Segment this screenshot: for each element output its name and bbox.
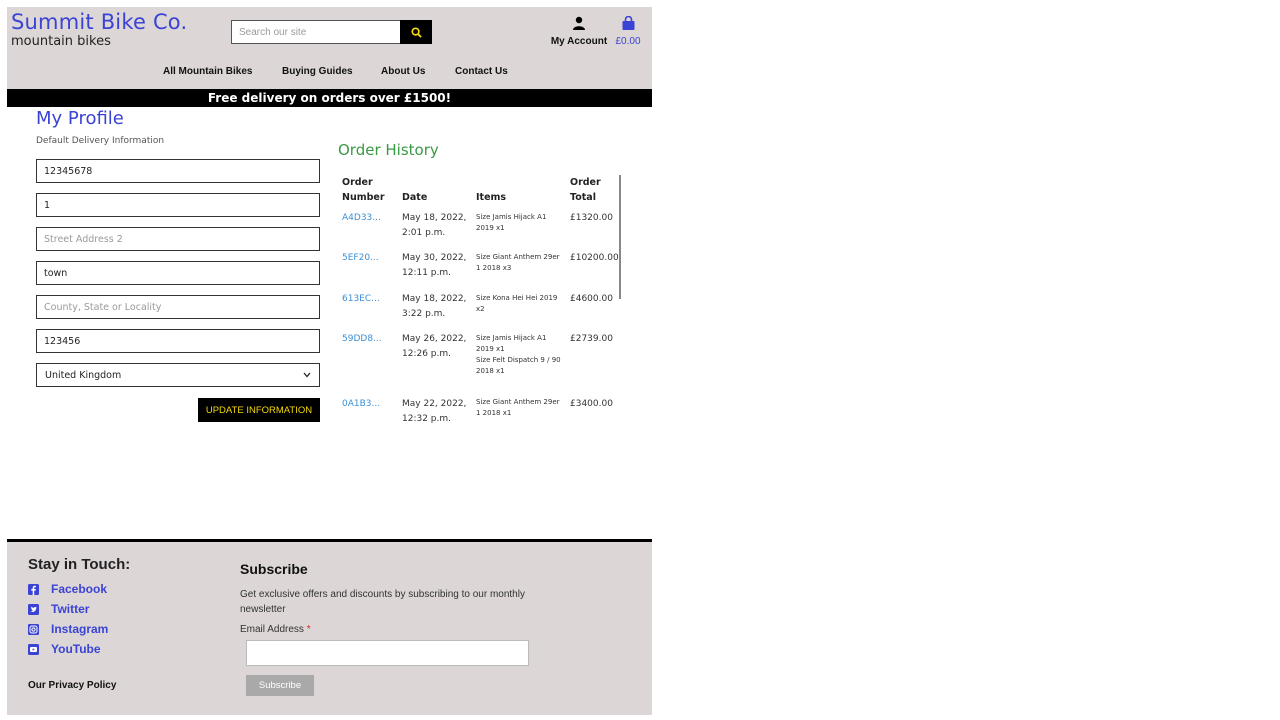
email-label: Email Address *: [240, 624, 311, 635]
page-title: My Profile: [36, 108, 124, 129]
twitter-icon: [28, 603, 39, 615]
order-history-scrollbar[interactable]: [619, 175, 621, 299]
twitter-link[interactable]: Twitter: [28, 602, 89, 616]
search-button[interactable]: [400, 20, 432, 44]
order-date: May 26, 2022, 12:26 p.m.: [402, 334, 467, 359]
order-number-link[interactable]: 5EF20...: [342, 253, 379, 263]
order-items: Size Jamis Hijack A1 2019 x1 Size Felt D…: [476, 334, 561, 375]
facebook-link[interactable]: Facebook: [28, 582, 107, 596]
bag-total: £0.00: [615, 36, 641, 47]
order-date: May 18, 2022, 3:22 p.m.: [402, 294, 467, 319]
order-number-link[interactable]: 613EC...: [342, 294, 380, 304]
subscribe-title: Subscribe: [240, 561, 308, 577]
facebook-label: Facebook: [51, 582, 108, 596]
youtube-label: YouTube: [51, 642, 101, 656]
order-history-title: Order History: [338, 141, 439, 159]
facebook-icon: [28, 583, 39, 595]
twitter-label: Twitter: [51, 602, 90, 616]
town-field[interactable]: [36, 261, 320, 285]
brand-title[interactable]: Summit Bike Co.: [11, 10, 187, 34]
county-field[interactable]: [36, 295, 320, 319]
order-items: Size Jamis Hijack A1 2019 x1: [476, 213, 547, 232]
youtube-icon: [28, 643, 39, 655]
subscribe-button[interactable]: Subscribe: [246, 675, 314, 696]
order-number-link[interactable]: 59DD8...: [342, 334, 382, 344]
subscribe-text: Get exclusive offers and discounts by su…: [240, 589, 525, 615]
my-account-label: My Account: [550, 36, 608, 47]
user-icon: [573, 16, 585, 30]
email-input[interactable]: [246, 640, 529, 666]
privacy-policy-link[interactable]: Our Privacy Policy: [28, 680, 116, 691]
order-total: £3400.00: [570, 399, 613, 409]
order-date: May 22, 2022, 12:32 p.m.: [402, 399, 467, 424]
nav-contact-us[interactable]: Contact Us: [455, 66, 508, 77]
profile-subtitle: Default Delivery Information: [36, 136, 165, 146]
column-header-order-number: Order Number: [342, 177, 385, 203]
youtube-link[interactable]: YouTube: [28, 642, 101, 656]
instagram-icon: [28, 623, 39, 635]
order-number-link[interactable]: 0A1B3...: [342, 399, 380, 409]
search-icon: [410, 26, 422, 38]
order-items: Size Giant Anthem 29er 1 2018 x3: [476, 253, 560, 272]
country-select[interactable]: United Kingdom: [36, 363, 320, 387]
shopping-bag-link[interactable]: £0.00: [613, 15, 643, 47]
shopping-bag-icon: [622, 15, 634, 30]
order-total: £4600.00: [570, 294, 613, 304]
column-header-date: Date: [402, 192, 428, 203]
order-date: May 30, 2022, 12:11 p.m.: [402, 253, 467, 278]
order-total: £1320.00: [570, 213, 613, 223]
delivery-banner: Free delivery on orders over £1500!: [7, 89, 652, 107]
order-items: Size Kona Hei Hei 2019 x2: [476, 294, 558, 313]
page: Summit Bike Co. mountain bikes My Accoun…: [7, 7, 652, 715]
postcode-field[interactable]: [36, 329, 320, 353]
street-address-1-field[interactable]: [36, 193, 320, 217]
order-items: Size Giant Anthem 29er 1 2018 x1: [476, 398, 560, 417]
my-account-link[interactable]: My Account: [549, 16, 609, 47]
street-address-2-field[interactable]: [36, 227, 320, 251]
site-header: Summit Bike Co. mountain bikes My Accoun…: [7, 7, 652, 89]
nav-buying-guides[interactable]: Buying Guides: [282, 66, 353, 77]
order-total: £10200.00: [570, 253, 619, 263]
site-footer: Stay in Touch: Facebook Twitter Instagra…: [7, 539, 652, 715]
nav-about-us[interactable]: About Us: [381, 66, 425, 77]
brand-subtitle: mountain bikes: [11, 34, 111, 49]
order-total: £2739.00: [570, 334, 613, 344]
stay-in-touch-title: Stay in Touch:: [28, 556, 131, 573]
country-value: United Kingdom: [45, 369, 122, 381]
instagram-link[interactable]: Instagram: [28, 622, 108, 636]
update-information-button[interactable]: UPDATE INFORMATION: [198, 398, 320, 422]
order-date: May 18, 2022, 2:01 p.m.: [402, 213, 467, 238]
instagram-label: Instagram: [51, 622, 109, 636]
column-header-order-total: Order Total: [570, 177, 601, 203]
search-input[interactable]: [231, 20, 401, 44]
order-number-link[interactable]: A4D33...: [342, 213, 381, 223]
required-mark: *: [306, 624, 311, 635]
phone-number-field[interactable]: [36, 159, 320, 183]
chevron-down-icon: [303, 372, 311, 378]
column-header-items: Items: [476, 192, 507, 203]
nav-all-mountain-bikes[interactable]: All Mountain Bikes: [163, 66, 252, 77]
